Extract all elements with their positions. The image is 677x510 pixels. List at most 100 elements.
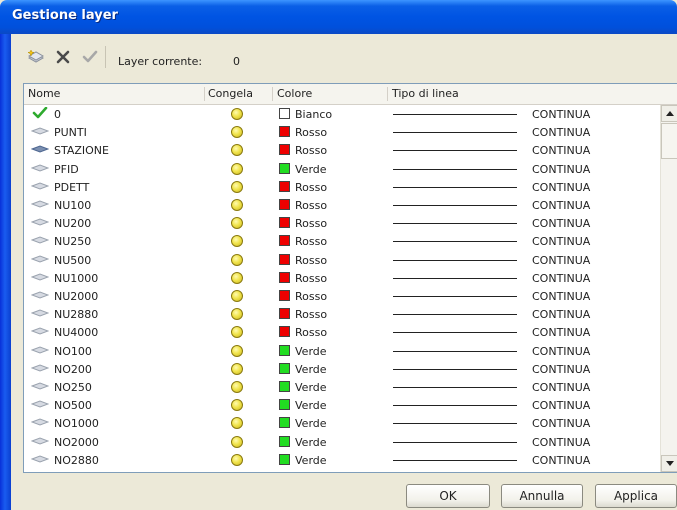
color-swatch[interactable] bbox=[279, 417, 290, 429]
freeze-bulb-icon[interactable] bbox=[231, 180, 243, 193]
color-swatch[interactable] bbox=[279, 308, 290, 320]
layer-linetype[interactable]: CONTINUA bbox=[532, 108, 590, 121]
layer-linetype[interactable]: CONTINUA bbox=[532, 181, 590, 194]
layer-linetype[interactable]: CONTINUA bbox=[532, 254, 590, 267]
table-row[interactable]: NU2880 Rosso CONTINUA bbox=[24, 305, 660, 323]
column-header-freeze[interactable]: Congela bbox=[208, 87, 253, 100]
layer-linetype[interactable]: CONTINUA bbox=[532, 163, 590, 176]
layer-color-name[interactable]: Rosso bbox=[295, 181, 327, 194]
color-swatch[interactable] bbox=[279, 144, 290, 156]
color-swatch[interactable] bbox=[279, 162, 290, 174]
layer-color-name[interactable]: Rosso bbox=[295, 272, 327, 285]
column-header-name[interactable]: Nome bbox=[28, 87, 60, 100]
color-swatch[interactable] bbox=[279, 399, 290, 411]
layer-linetype[interactable]: CONTINUA bbox=[532, 272, 590, 285]
layer-color-name[interactable]: Bianco bbox=[295, 108, 332, 121]
color-swatch[interactable] bbox=[279, 326, 290, 338]
table-row[interactable]: NU500 Rosso CONTINUA bbox=[24, 251, 660, 269]
freeze-bulb-icon[interactable] bbox=[231, 326, 243, 339]
layer-color-name[interactable]: Verde bbox=[295, 163, 327, 176]
layer-linetype[interactable]: CONTINUA bbox=[532, 417, 590, 430]
cancel-button[interactable]: Annulla bbox=[501, 484, 583, 508]
table-row[interactable]: NU1000 Rosso CONTINUA bbox=[24, 269, 660, 287]
table-row[interactable]: NO1000 Verde CONTINUA bbox=[24, 414, 660, 432]
freeze-bulb-icon[interactable] bbox=[231, 126, 243, 139]
color-swatch[interactable] bbox=[279, 381, 290, 392]
layer-color-name[interactable]: Rosso bbox=[295, 144, 327, 157]
color-swatch[interactable] bbox=[279, 199, 290, 210]
freeze-bulb-icon[interactable] bbox=[231, 362, 243, 375]
layer-color-name[interactable]: Rosso bbox=[295, 254, 327, 267]
table-row[interactable]: NO100 Verde CONTINUA bbox=[24, 342, 660, 360]
color-swatch[interactable] bbox=[279, 344, 290, 356]
layer-linetype[interactable]: CONTINUA bbox=[532, 217, 590, 230]
delete-layer-button[interactable] bbox=[53, 47, 73, 67]
layer-color-name[interactable]: Verde bbox=[295, 417, 327, 430]
layer-linetype[interactable]: CONTINUA bbox=[532, 454, 590, 467]
layer-linetype[interactable]: CONTINUA bbox=[532, 326, 590, 339]
color-swatch[interactable] bbox=[279, 435, 290, 447]
freeze-bulb-icon[interactable] bbox=[231, 253, 243, 266]
layer-color-name[interactable]: Verde bbox=[295, 381, 327, 394]
layer-color-name[interactable]: Rosso bbox=[295, 126, 327, 139]
layer-color-name[interactable]: Verde bbox=[295, 454, 327, 467]
freeze-bulb-icon[interactable] bbox=[231, 162, 243, 175]
table-row[interactable]: NU2000 Rosso CONTINUA bbox=[24, 287, 660, 305]
freeze-bulb-icon[interactable] bbox=[231, 290, 243, 302]
layer-linetype[interactable]: CONTINUA bbox=[532, 144, 590, 157]
layer-color-name[interactable]: Verde bbox=[295, 345, 327, 358]
freeze-bulb-icon[interactable] bbox=[231, 217, 243, 230]
title-bar[interactable]: Gestione layer bbox=[0, 0, 677, 34]
layer-linetype[interactable]: CONTINUA bbox=[532, 363, 590, 376]
freeze-bulb-icon[interactable] bbox=[231, 199, 243, 211]
layer-linetype[interactable]: CONTINUA bbox=[532, 290, 590, 303]
freeze-bulb-icon[interactable] bbox=[231, 435, 243, 448]
freeze-bulb-icon[interactable] bbox=[231, 417, 243, 430]
layer-linetype[interactable]: CONTINUA bbox=[532, 345, 590, 358]
table-row[interactable]: NO2880 Verde CONTINUA bbox=[24, 451, 660, 469]
color-swatch[interactable] bbox=[279, 217, 290, 229]
color-swatch[interactable] bbox=[279, 290, 290, 301]
vertical-scrollbar[interactable] bbox=[660, 105, 677, 472]
layer-linetype[interactable]: CONTINUA bbox=[532, 308, 590, 321]
color-swatch[interactable] bbox=[279, 453, 290, 465]
layer-color-name[interactable]: Rosso bbox=[295, 308, 327, 321]
layer-color-name[interactable]: Verde bbox=[295, 363, 327, 376]
table-row[interactable]: STAZIONE Rosso CONTINUA bbox=[24, 141, 660, 159]
color-swatch[interactable] bbox=[279, 108, 290, 119]
table-row[interactable]: NU200 Rosso CONTINUA bbox=[24, 214, 660, 232]
freeze-bulb-icon[interactable] bbox=[231, 381, 243, 393]
layer-color-name[interactable]: Verde bbox=[295, 436, 327, 449]
color-swatch[interactable] bbox=[279, 126, 290, 138]
layer-linetype[interactable]: CONTINUA bbox=[532, 126, 590, 139]
ok-button[interactable]: OK bbox=[406, 484, 490, 508]
scroll-thumb[interactable] bbox=[661, 123, 677, 159]
layer-color-name[interactable]: Rosso bbox=[295, 235, 327, 248]
table-row[interactable]: NU250 Rosso CONTINUA bbox=[24, 232, 660, 250]
color-swatch[interactable] bbox=[279, 362, 290, 374]
table-row[interactable]: PDETT Rosso CONTINUA bbox=[24, 178, 660, 196]
table-row[interactable]: NO2000 Verde CONTINUA bbox=[24, 433, 660, 451]
freeze-bulb-icon[interactable] bbox=[231, 308, 243, 321]
table-row[interactable]: NO250 Verde CONTINUA bbox=[24, 378, 660, 396]
column-header-linetype[interactable]: Tipo di linea bbox=[392, 87, 459, 100]
freeze-bulb-icon[interactable] bbox=[231, 453, 243, 466]
layer-color-name[interactable]: Rosso bbox=[295, 199, 327, 212]
table-row[interactable]: NU4000 Rosso CONTINUA bbox=[24, 323, 660, 341]
new-layer-button[interactable] bbox=[26, 47, 46, 67]
layer-linetype[interactable]: CONTINUA bbox=[532, 436, 590, 449]
table-row[interactable]: NO500 Verde CONTINUA bbox=[24, 396, 660, 414]
table-row[interactable]: 0 Bianco CONTINUA bbox=[24, 105, 660, 123]
freeze-bulb-icon[interactable] bbox=[231, 344, 243, 357]
layer-linetype[interactable]: CONTINUA bbox=[532, 199, 590, 212]
table-row[interactable]: PFID Verde CONTINUA bbox=[24, 160, 660, 178]
color-swatch[interactable] bbox=[279, 180, 290, 192]
layer-color-name[interactable]: Rosso bbox=[295, 290, 327, 303]
freeze-bulb-icon[interactable] bbox=[231, 144, 243, 157]
color-swatch[interactable] bbox=[279, 253, 290, 265]
layer-color-name[interactable]: Rosso bbox=[295, 326, 327, 339]
column-header-color[interactable]: Colore bbox=[277, 87, 312, 100]
table-row[interactable]: PUNTI Rosso CONTINUA bbox=[24, 123, 660, 141]
layer-linetype[interactable]: CONTINUA bbox=[532, 399, 590, 412]
freeze-bulb-icon[interactable] bbox=[231, 271, 243, 284]
